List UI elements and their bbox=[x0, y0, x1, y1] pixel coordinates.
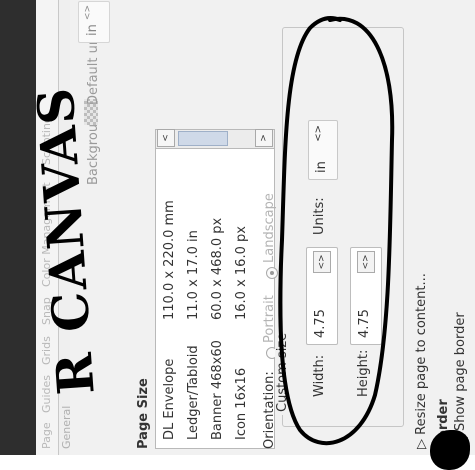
hand-drawn-circle bbox=[278, 16, 395, 446]
ink-blot bbox=[430, 430, 470, 470]
